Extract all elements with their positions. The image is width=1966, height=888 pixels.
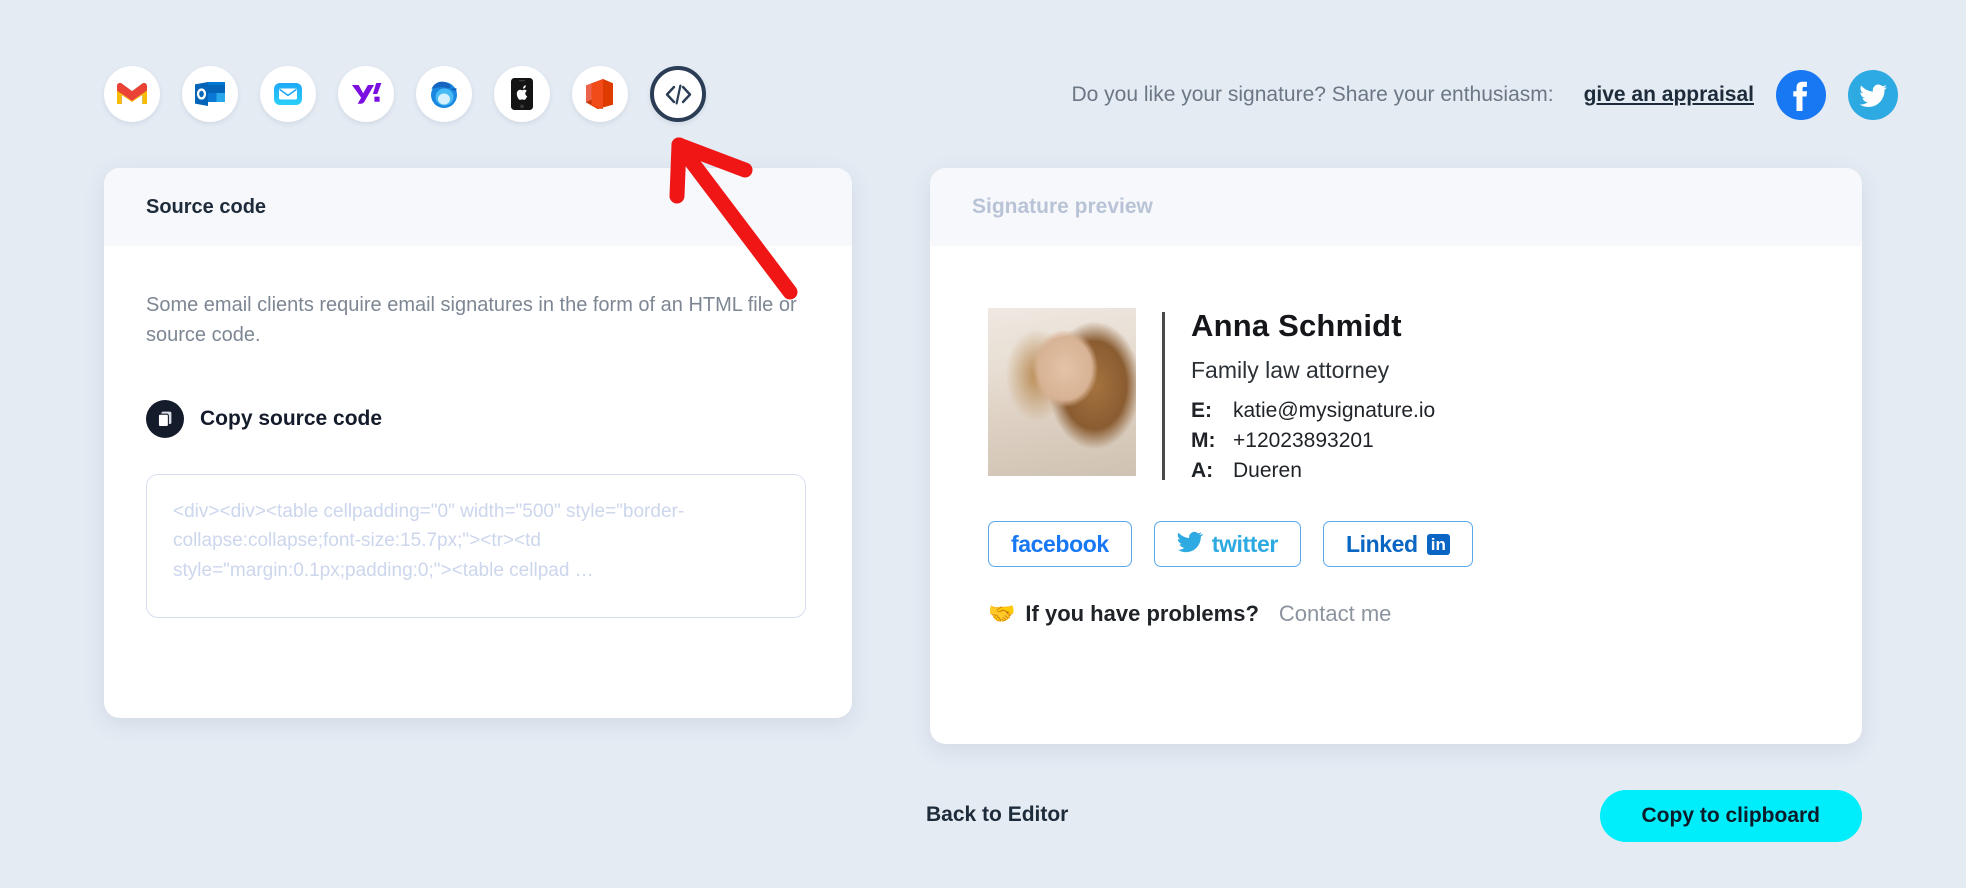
field-key-email: E: — [1191, 399, 1212, 422]
signature-divider — [1162, 312, 1165, 480]
email-client-gmail[interactable] — [104, 66, 160, 122]
signature-details: Anna Schmidt Family law attorney E: kati… — [1191, 308, 1435, 485]
field-value-email: katie@mysignature.io — [1233, 399, 1436, 422]
avatar — [988, 308, 1136, 476]
contact-me-link[interactable]: Contact me — [1279, 601, 1392, 627]
copy-source-code-button[interactable]: Copy source code — [146, 400, 810, 438]
email-client-yahoo[interactable] — [338, 66, 394, 122]
email-client-iphone[interactable] — [494, 66, 550, 122]
facebook-share-icon[interactable] — [1776, 70, 1826, 120]
preview-card-title: Signature preview — [972, 195, 1153, 218]
signature-field-address: A: Dueren — [1191, 456, 1435, 486]
email-client-office365[interactable] — [572, 66, 628, 122]
code-snippet-box[interactable]: <div><div><table cellpadding="0" width="… — [146, 474, 806, 618]
email-client-outlook[interactable] — [182, 66, 238, 122]
share-prompt: Do you like your signature? Share your e… — [1071, 83, 1554, 106]
gmail-icon — [117, 82, 147, 106]
twitter-share-icon[interactable] — [1848, 70, 1898, 120]
thunderbird-icon — [428, 79, 460, 109]
signature-fields: E: katie@mysignature.io M: +12023893201 … — [1191, 396, 1435, 485]
source-card-body: Some email clients require email signatu… — [104, 246, 852, 618]
signature-help-row: 🤝 If you have problems? Contact me — [988, 601, 1862, 627]
signature-social-buttons: facebook twitter Linked in — [988, 521, 1862, 568]
linkedin-in-badge: in — [1426, 533, 1450, 555]
office365-icon — [586, 78, 614, 110]
source-card-title: Source code — [146, 195, 267, 218]
source-code-icon — [665, 84, 692, 105]
preview-card-header: Signature preview — [930, 168, 1862, 246]
copy-to-clipboard-button[interactable]: Copy to clipboard — [1599, 790, 1862, 842]
field-key-mobile: M: — [1191, 428, 1216, 452]
signature-linkedin-button[interactable]: Linked in — [1322, 521, 1473, 568]
field-value-mobile: +12023893201 — [1233, 428, 1374, 452]
outlook-icon — [195, 80, 225, 108]
give-appraisal-link[interactable]: give an appraisal — [1584, 83, 1754, 107]
twitter-label: twitter — [1211, 530, 1279, 557]
signature-field-email: E: katie@mysignature.io — [1191, 396, 1435, 426]
signature-field-mobile: M: +12023893201 — [1191, 426, 1435, 456]
copy-source-code-label: Copy source code — [200, 407, 383, 430]
source-card-header: Source code — [104, 168, 852, 246]
copy-icon — [146, 400, 184, 438]
twitter-bird-icon — [1177, 531, 1203, 558]
email-client-selector — [104, 66, 706, 122]
field-key-address: A: — [1191, 458, 1214, 482]
email-client-apple-mail[interactable] — [260, 66, 316, 122]
help-text: If you have problems? — [1025, 601, 1259, 627]
signature-name: Anna Schmidt — [1191, 308, 1402, 343]
signature-preview-card: Signature preview Anna Schmidt Family la… — [930, 168, 1862, 744]
source-code-card: Source code Some email clients require e… — [104, 168, 852, 718]
app-root: Do you like your signature? Share your e… — [0, 0, 1966, 888]
source-description: Some email clients require email signatu… — [146, 294, 797, 346]
signature-role: Family law attorney — [1191, 357, 1390, 383]
handshake-icon: 🤝 — [988, 601, 1016, 627]
field-value-address: Dueren — [1233, 458, 1302, 482]
signature-facebook-button[interactable]: facebook — [988, 521, 1132, 568]
back-to-editor-link[interactable]: Back to Editor — [926, 803, 1068, 827]
signature-top: Anna Schmidt Family law attorney E: kati… — [988, 308, 1862, 485]
yahoo-icon — [350, 80, 382, 108]
signature-twitter-button[interactable]: twitter — [1153, 521, 1301, 568]
iphone-icon — [511, 78, 533, 110]
email-client-thunderbird[interactable] — [416, 66, 472, 122]
linkedin-label: Linked — [1345, 530, 1418, 557]
facebook-label: facebook — [1011, 530, 1109, 557]
signature-body: Anna Schmidt Family law attorney E: kati… — [930, 246, 1862, 627]
email-client-source-code[interactable] — [650, 66, 706, 122]
apple-mail-icon — [272, 78, 304, 110]
share-row: Do you like your signature? Share your e… — [1071, 70, 1898, 120]
